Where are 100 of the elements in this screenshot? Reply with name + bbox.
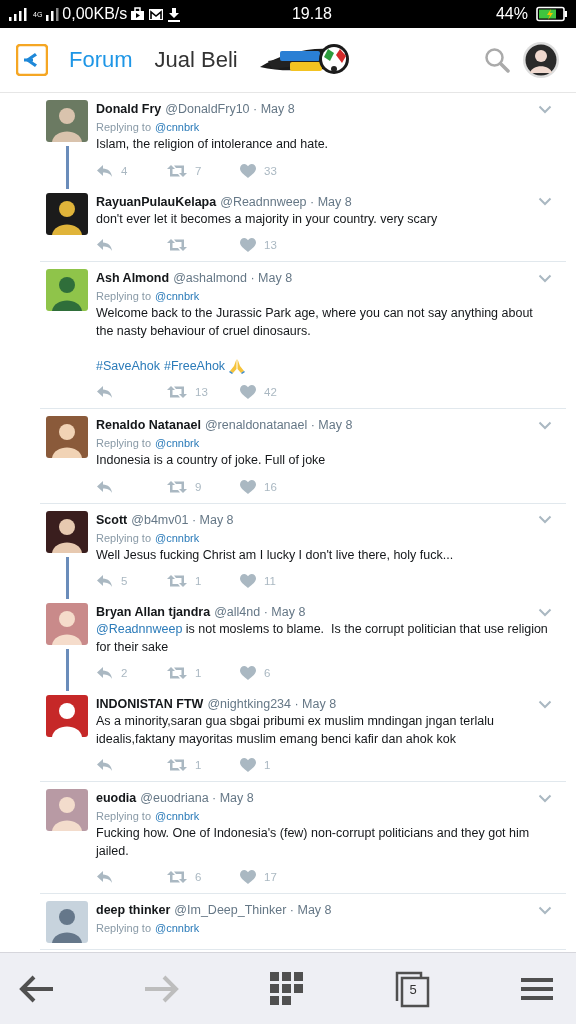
reply-count: 4 <box>121 164 128 177</box>
tweet-text: Fucking how. One of Indonesia's (few) non-corrupt politicians and they got him jailed. <box>96 825 531 860</box>
chevron-down-icon[interactable] <box>538 420 552 430</box>
heart-icon[interactable] <box>240 666 256 680</box>
heart-icon[interactable] <box>240 870 256 884</box>
tweet-meta: @euodriana · May 8 <box>140 791 254 805</box>
user-name: deep thinker <box>96 903 171 917</box>
retweet-icon[interactable] <box>167 163 187 178</box>
tweet-meta: @Readnnweep · May 8 <box>220 194 352 209</box>
like-count: 16 <box>264 480 277 493</box>
retweet-count: 7 <box>195 164 202 177</box>
reply-icon[interactable] <box>96 666 113 680</box>
retweet-icon[interactable] <box>167 238 187 252</box>
mention-link[interactable]: @cnnbrk <box>155 121 200 133</box>
retweet-count: 1 <box>195 667 202 679</box>
user-name: Scott <box>96 512 128 527</box>
retweet-icon[interactable] <box>167 870 187 884</box>
avatar <box>46 789 88 831</box>
tab-count: 5 <box>409 981 417 997</box>
like-count: 17 <box>264 871 277 883</box>
mention-link[interactable]: @Readnnweep <box>96 622 183 636</box>
tweet-meta: @nightking234 · May 8 <box>207 697 337 711</box>
hashtag-link[interactable]: #FreeAhok <box>163 359 226 373</box>
avatar <box>46 416 88 458</box>
tweet-meta: @ashalmond · May 8 <box>173 271 293 285</box>
user-name: Ash Almond <box>96 271 170 285</box>
reply-count: 5 <box>121 575 128 587</box>
chevron-down-icon[interactable] <box>538 905 552 915</box>
retweet-icon[interactable] <box>167 385 187 399</box>
reply-icon[interactable] <box>96 574 113 588</box>
nav-tab[interactable]: Jual Beli <box>154 47 238 73</box>
tweet-text: @Readnnweep is not moslems to blame. Is the corrupt politician that use religion for their sake <box>96 621 549 656</box>
mention-link[interactable]: @cnnbrk <box>155 290 200 302</box>
nav-tab[interactable]: Forum <box>69 47 133 73</box>
avatar <box>46 100 88 142</box>
retweet-count: 6 <box>195 871 202 883</box>
avatar <box>46 695 88 737</box>
user-name: Bryan Allan tjandra <box>96 605 211 619</box>
like-count: 11 <box>264 575 276 587</box>
retweet-icon[interactable] <box>167 479 187 494</box>
heart-icon[interactable] <box>240 758 256 772</box>
chevron-down-icon[interactable] <box>538 104 552 114</box>
download-icon <box>167 6 182 22</box>
like-count: 13 <box>264 239 277 251</box>
like-count: 33 <box>264 164 277 177</box>
tweet-meta: @b4mv01 · May 8 <box>131 512 234 527</box>
user-name: Donald Fry <box>96 102 162 116</box>
heart-icon[interactable] <box>240 385 256 399</box>
reply-icon[interactable] <box>96 238 113 252</box>
reply-icon[interactable] <box>96 385 113 399</box>
reply-count: 2 <box>121 667 128 679</box>
reply-icon[interactable] <box>96 479 113 494</box>
retweet-icon[interactable] <box>167 666 187 680</box>
heart-icon[interactable] <box>240 479 256 494</box>
search-icon[interactable] <box>484 47 510 73</box>
hashtag-link[interactable]: #SaveAhok <box>96 359 160 373</box>
reply-icon[interactable] <box>96 758 113 772</box>
chevron-down-icon[interactable] <box>538 699 552 709</box>
reply-icon[interactable] <box>96 870 113 884</box>
chevron-down-icon[interactable] <box>538 197 552 206</box>
retweet-icon[interactable] <box>167 574 187 588</box>
tweet-text: As a minority,saran gua sbgai pribumi ex muslim mndingan jngan terlalu idealis,faktany mayoritas muslim emang benci kafir dan ahok kok <box>96 713 495 748</box>
logo-icon[interactable] <box>16 44 48 76</box>
replying-label: Replying to <box>96 922 152 934</box>
tabs-button[interactable]: 5 <box>392 969 433 1008</box>
user-name: euodia <box>96 791 137 805</box>
chevron-down-icon[interactable] <box>538 607 552 617</box>
replying-label: Replying to <box>96 437 152 449</box>
tweet-meta: @all4nd · May 8 <box>214 605 306 619</box>
avatar <box>46 603 88 645</box>
avatar <box>46 269 88 311</box>
briefcase-icon <box>130 7 146 21</box>
replying-label: Replying to <box>96 531 152 544</box>
reply-icon[interactable] <box>96 163 113 178</box>
mention-link[interactable]: @cnnbrk <box>155 810 200 822</box>
mention-link[interactable]: @cnnbrk <box>155 922 200 934</box>
mention-link[interactable]: @cnnbrk <box>155 531 200 544</box>
tweet-text: don't ever let it becomes a majority in your country. very scary <box>96 210 439 228</box>
retweet-count: 9 <box>195 480 202 493</box>
heart-icon[interactable] <box>240 238 256 252</box>
like-count: 42 <box>264 386 277 398</box>
chevron-down-icon[interactable] <box>538 793 552 803</box>
tweet-meta: @DonaldFry10 · May 8 <box>165 102 295 116</box>
chevron-down-icon[interactable] <box>538 273 552 283</box>
user-name: RayuanPulauKelapa <box>96 194 217 209</box>
retweet-icon[interactable] <box>167 758 187 772</box>
tweet-text: Welcome back to the Jurassic Park age, where you can not say anything about the nasty behaviour of cruel dinosaurs. <box>96 305 534 340</box>
heart-icon[interactable] <box>240 574 256 588</box>
like-count: 6 <box>264 667 271 679</box>
replying-label: Replying to <box>96 810 152 822</box>
user-name: Renaldo Natanael <box>96 418 201 432</box>
mention-link[interactable]: @cnnbrk <box>155 437 200 449</box>
chevron-down-icon[interactable] <box>538 515 552 524</box>
avatar <box>46 510 88 553</box>
heart-icon[interactable] <box>240 163 256 178</box>
tweet-meta: @Im_Deep_Thinker · May 8 <box>174 903 332 917</box>
retweet-count: 13 <box>195 386 208 398</box>
retweet-count: 1 <box>195 575 202 587</box>
avatar[interactable] <box>522 41 560 79</box>
replying-label: Replying to <box>96 290 152 302</box>
